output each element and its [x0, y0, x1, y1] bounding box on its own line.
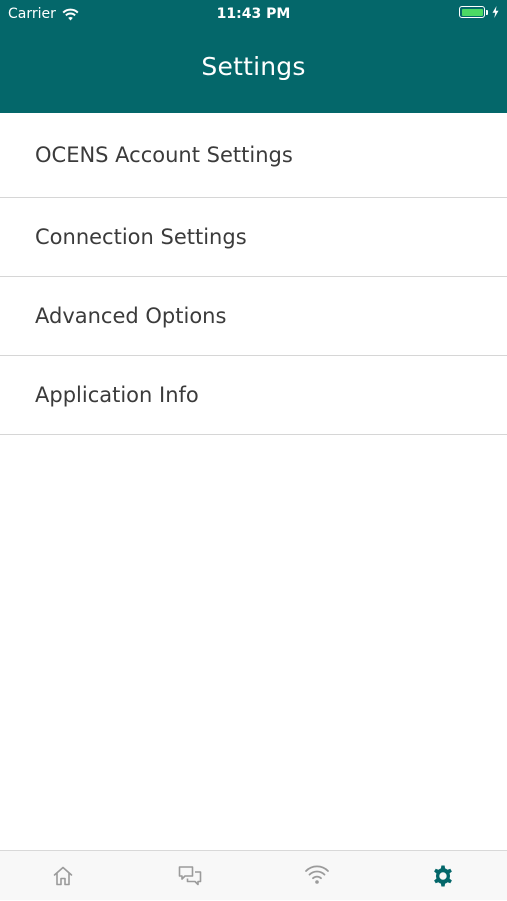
settings-list: OCENS Account Settings Connection Settin… [0, 113, 507, 435]
charging-bolt-icon [492, 6, 499, 18]
status-bar: Carrier 11:43 PM [0, 0, 507, 28]
gear-icon [434, 865, 452, 887]
advanced-options-item[interactable]: Advanced Options [0, 277, 507, 356]
page-title: Settings [201, 52, 306, 81]
list-item-label: Connection Settings [35, 225, 247, 249]
tab-settings[interactable] [413, 851, 473, 901]
list-item-label: OCENS Account Settings [35, 143, 293, 167]
wifi-icon [305, 865, 329, 884]
connection-settings-item[interactable]: Connection Settings [0, 198, 507, 277]
tab-connection[interactable] [287, 851, 347, 901]
tab-messages[interactable] [160, 851, 220, 901]
battery-cap [486, 9, 488, 15]
application-info-item[interactable]: Application Info [0, 356, 507, 435]
ocens-account-settings-item[interactable]: OCENS Account Settings [0, 113, 507, 198]
list-item-label: Application Info [35, 383, 199, 407]
battery-icon [459, 6, 485, 18]
battery-level [461, 8, 483, 16]
list-item-label: Advanced Options [35, 304, 227, 328]
chat-bubbles-icon [178, 866, 202, 886]
status-time: 11:43 PM [216, 6, 291, 22]
tab-bar [0, 850, 507, 900]
header-bar: Carrier 11:43 PM Settings [0, 0, 507, 113]
battery-indicator [459, 6, 499, 18]
tab-home[interactable] [33, 851, 93, 901]
home-icon [53, 866, 73, 886]
